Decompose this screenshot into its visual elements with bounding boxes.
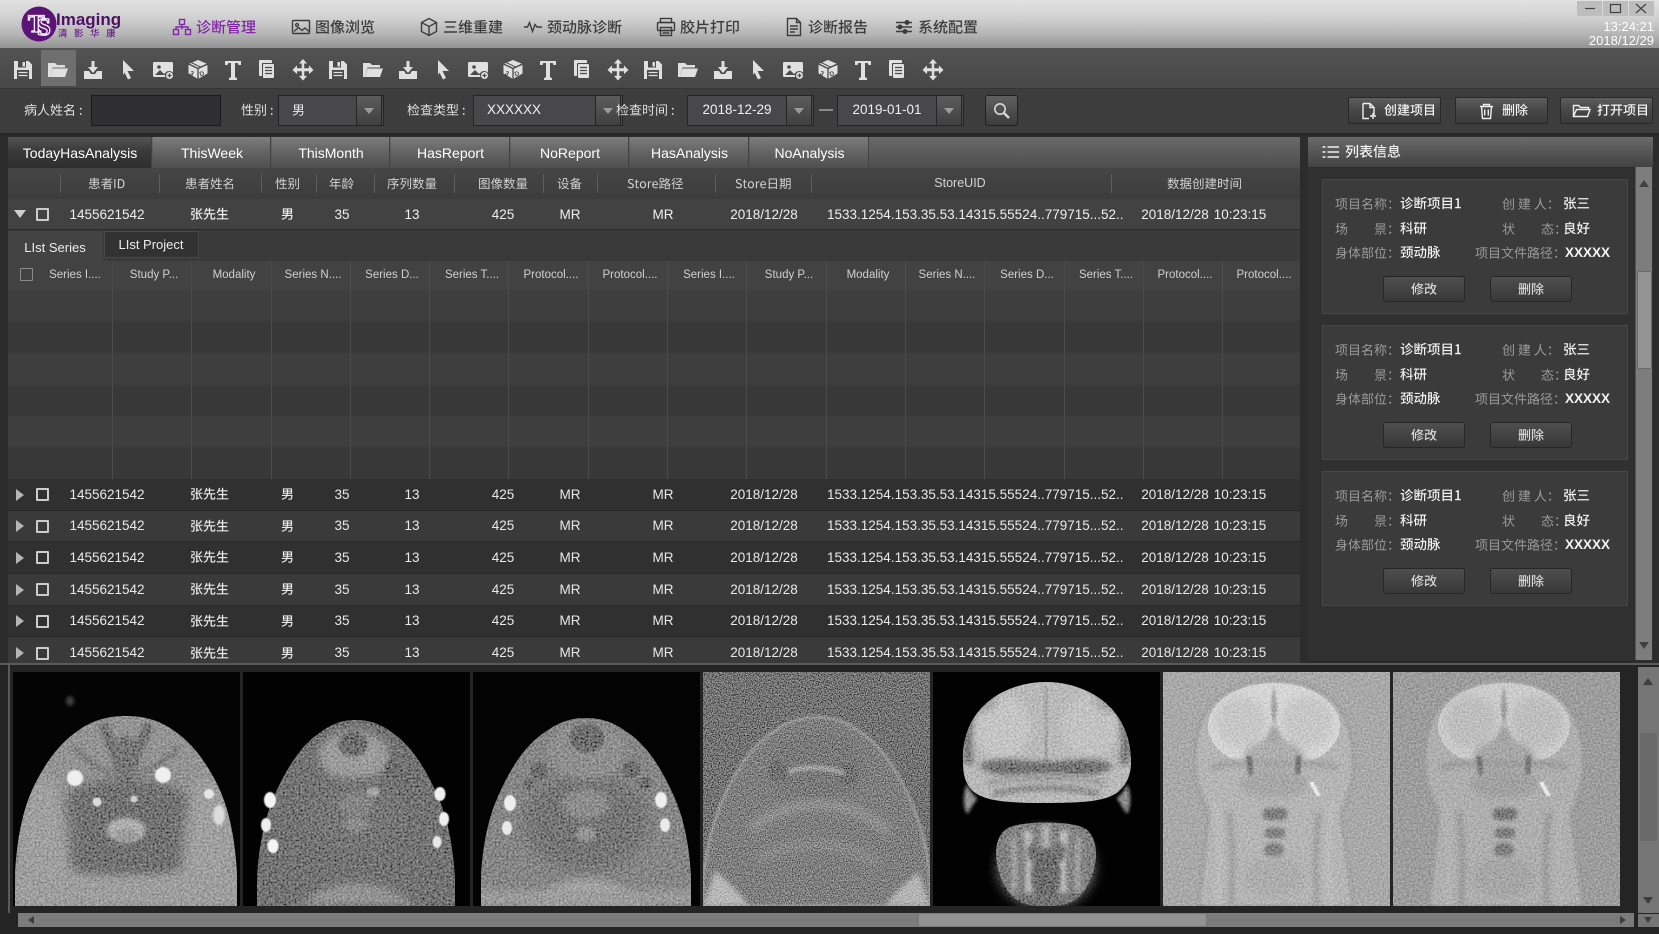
svg-text:S: S bbox=[37, 14, 51, 41]
